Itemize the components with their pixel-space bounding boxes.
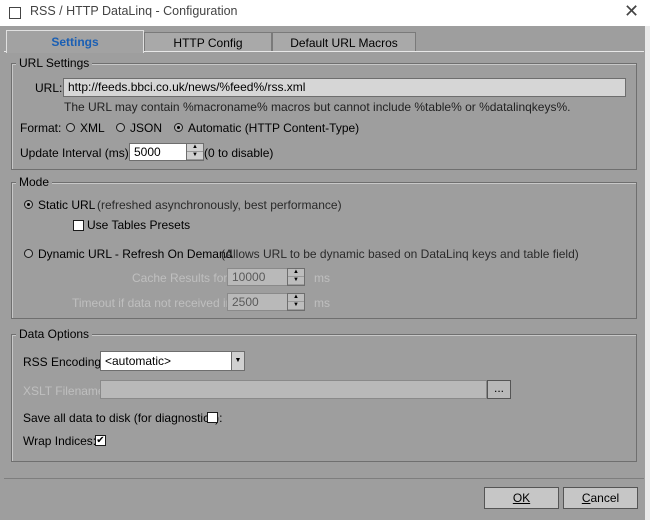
use-tables-presets-label: Use Tables Presets: [87, 218, 191, 232]
save-data-checkbox[interactable]: [207, 412, 218, 423]
timeout-spinner[interactable]: ▲ ▼: [287, 293, 305, 311]
cancel-button-label: Cancel: [581, 491, 620, 505]
timeout-label: Timeout if data not received in:: [72, 296, 236, 310]
url-settings-title: URL Settings: [16, 56, 93, 70]
cache-results-unit: ms: [314, 271, 330, 285]
static-url-radio[interactable]: [24, 200, 33, 209]
app-icon: [9, 7, 21, 19]
format-json-label: JSON: [130, 121, 163, 135]
format-automatic-radio[interactable]: [174, 123, 183, 132]
background-window-strip: [645, 26, 650, 520]
url-input[interactable]: http://feeds.bbci.co.uk/news/%feed%/rss.…: [63, 78, 626, 97]
timeout-unit: ms: [314, 296, 330, 310]
close-icon[interactable]: ✕: [624, 1, 639, 22]
format-xml-radio[interactable]: [66, 123, 75, 132]
cache-results-label: Cache Results for:: [132, 271, 231, 285]
window-title: RSS / HTTP DataLinq - Configuration: [30, 4, 238, 18]
data-options-title: Data Options: [16, 327, 93, 341]
timeout-input[interactable]: 2500: [227, 293, 289, 311]
format-xml-label: XML: [80, 121, 105, 135]
button-separator: [4, 478, 644, 479]
use-tables-presets-checkbox[interactable]: [73, 220, 84, 231]
rss-encoding-label: RSS Encoding:: [23, 355, 105, 369]
save-data-label: Save all data to disk (for diagnostics):: [23, 411, 223, 425]
dynamic-url-label: Dynamic URL - Refresh On Demand: [38, 247, 233, 261]
chevron-down-icon[interactable]: ▼: [231, 351, 245, 371]
format-label: Format:: [20, 121, 62, 135]
cache-results-spinner[interactable]: ▲ ▼: [287, 268, 305, 286]
update-interval-label: Update Interval (ms):: [20, 146, 133, 160]
browse-button[interactable]: ...: [487, 380, 511, 399]
cancel-button[interactable]: Cancel: [563, 487, 638, 509]
tab-settings[interactable]: Settings: [6, 30, 144, 53]
dynamic-url-note: (Allows URL to be dynamic based on DataL…: [221, 247, 579, 261]
cache-results-input[interactable]: 10000: [227, 268, 289, 286]
mode-title: Mode: [16, 175, 53, 189]
tab-http-config[interactable]: HTTP Config: [144, 32, 272, 52]
ok-button-label: OK: [512, 491, 531, 505]
update-interval-note: (0 to disable): [204, 146, 274, 160]
ok-button[interactable]: OK: [484, 487, 559, 509]
wrap-indices-checkbox[interactable]: ✔: [95, 435, 106, 446]
update-interval-spinner[interactable]: ▲ ▼: [186, 143, 204, 161]
static-url-note: (refreshed asynchronously, best performa…: [97, 198, 342, 212]
format-json-radio[interactable]: [116, 123, 125, 132]
dynamic-url-radio[interactable]: [24, 249, 33, 258]
tab-default-url-macros[interactable]: Default URL Macros: [272, 32, 416, 52]
update-interval-input[interactable]: 5000: [129, 143, 189, 161]
wrap-indices-label: Wrap Indices:: [23, 434, 97, 448]
static-url-label: Static URL: [38, 198, 96, 212]
xslt-filename-label: XSLT Filename:: [23, 384, 108, 398]
xslt-filename-input[interactable]: [100, 380, 487, 399]
format-automatic-label: Automatic (HTTP Content-Type): [188, 121, 360, 135]
url-label: URL:: [35, 81, 63, 95]
checkmark-icon: ✔: [96, 435, 105, 446]
url-hint: The URL may contain %macroname% macros b…: [64, 100, 571, 114]
rss-encoding-select[interactable]: <automatic>: [100, 351, 234, 371]
